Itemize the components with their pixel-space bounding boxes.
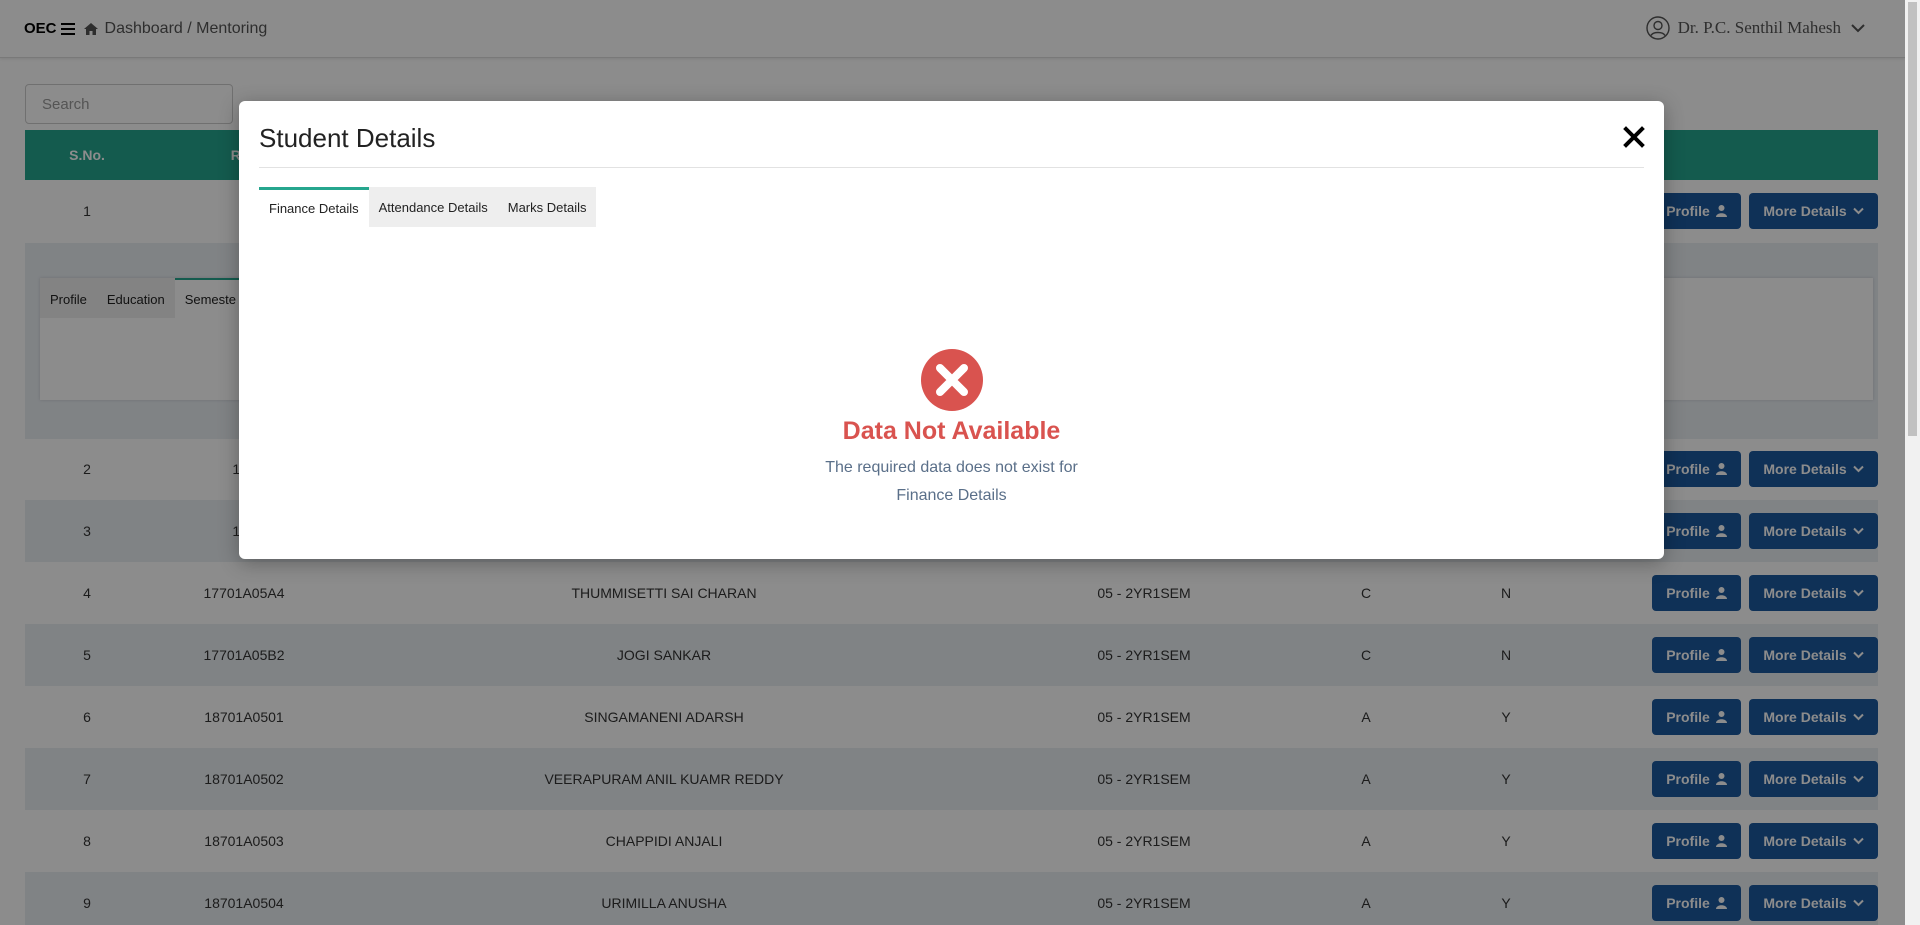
empty-title: Data Not Available: [842, 417, 1061, 445]
modal-tabs: Finance Details Attendance Details Marks…: [259, 187, 597, 227]
page-scrollbar[interactable]: [1905, 0, 1920, 925]
empty-message: The required data does not exist for Fin…: [825, 459, 1078, 504]
tab-attendance-details[interactable]: Attendance Details: [368, 187, 498, 227]
modal-divider: [259, 167, 1644, 168]
student-details-modal: Student Details Finance Details Attendan…: [239, 101, 1664, 559]
modal-title: Student Details: [259, 123, 436, 153]
error-icon: [920, 349, 983, 411]
tab-marks-details[interactable]: Marks Details: [497, 187, 597, 227]
scrollbar-thumb[interactable]: [1908, 2, 1917, 436]
empty-state: Data Not Available The required data doe…: [239, 349, 1664, 510]
tab-finance-details[interactable]: Finance Details: [259, 187, 369, 227]
close-icon[interactable]: [1622, 125, 1646, 149]
